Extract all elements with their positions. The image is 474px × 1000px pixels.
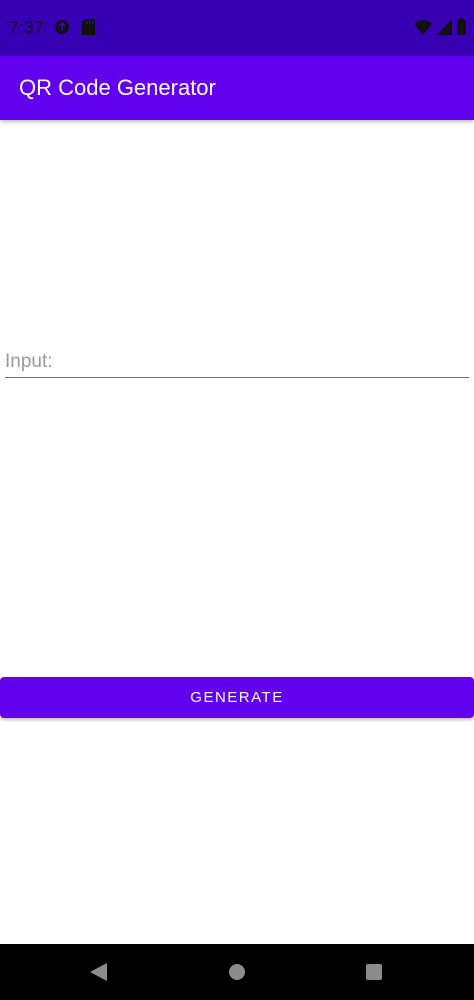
app-bar: QR Code Generator: [0, 56, 474, 120]
home-icon[interactable]: [229, 964, 245, 980]
battery-icon: [457, 18, 466, 40]
text-input[interactable]: [5, 346, 469, 378]
back-icon[interactable]: [90, 963, 108, 986]
generate-button[interactable]: GENERATE: [0, 677, 474, 718]
status-bar: 7:37: [0, 0, 474, 56]
status-time: 7:37: [9, 18, 45, 37]
recents-icon[interactable]: [366, 964, 382, 980]
navigation-bar: [0, 944, 474, 1000]
data-saver-icon: [54, 19, 70, 40]
status-right-icons: [414, 18, 466, 40]
screen: 7:37 QR Code Generator Input: GENERATE: [0, 0, 474, 1000]
input-container: [5, 346, 469, 379]
app-title: QR Code Generator: [19, 75, 216, 100]
status-left-icons: [54, 19, 95, 40]
sd-card-icon: [82, 19, 95, 40]
wifi-icon: [414, 19, 432, 40]
cellular-signal-icon: [437, 18, 452, 40]
